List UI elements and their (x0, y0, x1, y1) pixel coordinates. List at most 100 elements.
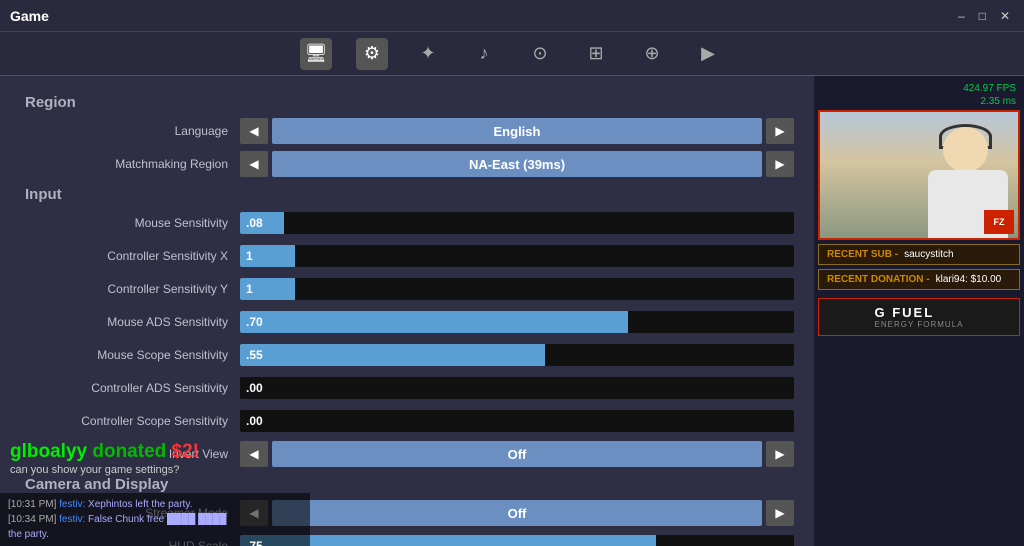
ctrl-ads-control: .00 (240, 377, 794, 399)
ms-value: 2.35 ms (822, 95, 1016, 108)
mouse-ads-label: Mouse ADS Sensitivity (20, 315, 240, 329)
gfuel-box: G FUEL ENERGY FORMULA (818, 298, 1020, 336)
camera-section-title: Camera and Display (20, 476, 794, 493)
ctrl-sensitivity-x-slider[interactable]: 1 (240, 245, 794, 267)
ctrl-ads-slider[interactable]: .00 (240, 377, 794, 399)
input-section-title: Input (20, 186, 794, 203)
chat-time-2: [10:34 PM] (8, 514, 56, 525)
gfuel-sub: ENERGY FORMULA (875, 320, 964, 329)
matchmaking-control: ◀ NA-East (39ms) ▶ (240, 151, 794, 177)
ctrl-scope-label: Controller Scope Sensitivity (20, 414, 240, 428)
mouse-sensitivity-slider[interactable]: .08 (240, 212, 794, 234)
ctrl-sensitivity-x-row: Controller Sensitivity X 1 (20, 242, 794, 270)
chat-log: [10:31 PM] festiv: Xephintos left the pa… (0, 493, 310, 546)
mouse-scope-label: Mouse Scope Sensitivity (20, 348, 240, 362)
nav-person[interactable]: ⊙ (524, 38, 556, 70)
maximize-button[interactable]: □ (975, 9, 990, 23)
nav-grid[interactable]: ⊞ (580, 38, 612, 70)
chat-msg-1: Xephintos left the party. (88, 499, 192, 510)
ctrl-ads-value: .00 (246, 381, 263, 395)
ctrl-sensitivity-y-label: Controller Sensitivity Y (20, 282, 240, 296)
language-row: Language ◀ English ▶ (20, 117, 794, 145)
chat-time-1: [10:31 PM] (8, 499, 56, 510)
mouse-scope-value: .55 (246, 348, 263, 362)
ctrl-scope-control: .00 (240, 410, 794, 432)
language-prev-button[interactable]: ◀ (240, 118, 268, 144)
gfuel-content: G FUEL ENERGY FORMULA (875, 305, 964, 329)
chat-user-1: festiv: (59, 499, 85, 510)
nav-play[interactable]: ▶ (692, 38, 724, 70)
ctrl-scope-slider[interactable]: .00 (240, 410, 794, 432)
invert-view-value: Off (272, 441, 762, 467)
donation-amount: $2! (166, 441, 199, 462)
nav-bar: 🖥 ⚙ ✦ ♪ ⊙ ⊞ ⊕ ▶ (0, 32, 1024, 76)
mouse-sensitivity-control: .08 (240, 212, 794, 234)
chat-entry-2: [10:34 PM] festiv: False Chunk free ████… (8, 512, 302, 527)
ctrl-sensitivity-y-slider[interactable]: 1 (240, 278, 794, 300)
streamer-mode-control: ◀ Off ▶ (240, 500, 794, 526)
matchmaking-label: Matchmaking Region (20, 157, 240, 171)
fps-display: 424.97 FPS 2.35 ms (818, 80, 1020, 110)
streamer-mode-value: Off (272, 500, 762, 526)
language-control: ◀ English ▶ (240, 118, 794, 144)
chat-entry-1: [10:31 PM] festiv: Xephintos left the pa… (8, 497, 302, 512)
ctrl-sensitivity-x-label: Controller Sensitivity X (20, 249, 240, 263)
ctrl-sensitivity-y-value: 1 (246, 282, 253, 296)
close-button[interactable]: ✕ (996, 9, 1014, 23)
mouse-ads-row: Mouse ADS Sensitivity .70 (20, 308, 794, 336)
ctrl-scope-row: Controller Scope Sensitivity .00 (20, 407, 794, 435)
hud-scale-control: .75 (240, 535, 794, 546)
window-title: Game (10, 8, 954, 24)
invert-view-next-button[interactable]: ▶ (766, 441, 794, 467)
invert-view-prev-button[interactable]: ◀ (240, 441, 268, 467)
recent-donation-label: RECENT DONATION - (827, 274, 930, 285)
donated-word: donated (92, 441, 166, 462)
ctrl-sensitivity-y-control: 1 (240, 278, 794, 300)
nav-audio[interactable]: ♪ (468, 38, 500, 70)
ctrl-ads-row: Controller ADS Sensitivity .00 (20, 374, 794, 402)
mouse-scope-slider[interactable]: .55 (240, 344, 794, 366)
mouse-scope-fill (240, 344, 545, 366)
matchmaking-prev-button[interactable]: ◀ (240, 151, 268, 177)
language-value: English (272, 118, 762, 144)
right-panel: 424.97 FPS 2.35 ms FZ RECENT SUB - saucy… (814, 76, 1024, 546)
mouse-ads-fill (240, 311, 628, 333)
hud-scale-slider[interactable]: .75 (240, 535, 794, 546)
mouse-ads-value: .70 (246, 315, 263, 329)
window-controls: – □ ✕ (954, 9, 1014, 23)
main-wrapper: Region Language ◀ English ▶ Matchmaking … (0, 76, 1024, 546)
language-label: Language (20, 124, 240, 138)
ctrl-sensitivity-y-row: Controller Sensitivity Y 1 (20, 275, 794, 303)
faze-logo: FZ (984, 210, 1014, 234)
matchmaking-row: Matchmaking Region ◀ NA-East (39ms) ▶ (20, 150, 794, 178)
recent-donation-box: RECENT DONATION - klari94: $10.00 (818, 269, 1020, 290)
region-section-title: Region (20, 94, 794, 111)
nav-gear[interactable]: ⚙ (356, 38, 388, 70)
minimize-button[interactable]: – (954, 9, 969, 23)
language-next-button[interactable]: ▶ (766, 118, 794, 144)
stream-preview: FZ (818, 110, 1020, 240)
nav-controller[interactable]: ⊕ (636, 38, 668, 70)
recent-sub-label: RECENT SUB - (827, 249, 898, 260)
recent-donation-value: klari94: $10.00 (936, 274, 1002, 285)
nav-monitor[interactable]: 🖥 (300, 38, 332, 70)
recent-sub-box: RECENT SUB - saucystitch (818, 244, 1020, 265)
chat-msg-2: False Chunk free ████ ████ (88, 514, 226, 525)
chat-user-2: festiv: (59, 514, 85, 525)
mouse-sensitivity-row: Mouse Sensitivity .08 (20, 209, 794, 237)
nav-brightness[interactable]: ✦ (412, 38, 444, 70)
mouse-sensitivity-value: .08 (246, 216, 263, 230)
ctrl-sensitivity-x-value: 1 (246, 249, 253, 263)
streamer-mode-next-button[interactable]: ▶ (766, 500, 794, 526)
mouse-ads-slider[interactable]: .70 (240, 311, 794, 333)
donation-username: glboalyy (10, 441, 92, 462)
matchmaking-next-button[interactable]: ▶ (766, 151, 794, 177)
mouse-scope-row: Mouse Scope Sensitivity .55 (20, 341, 794, 369)
donation-main: glboalyy donated $2! (10, 441, 199, 463)
donation-overlay: glboalyy donated $2! can you show your g… (10, 441, 199, 476)
invert-view-control: ◀ Off ▶ (240, 441, 794, 467)
title-bar: Game – □ ✕ (0, 0, 1024, 32)
chat-msg-3: the party. (8, 529, 49, 540)
mouse-ads-control: .70 (240, 311, 794, 333)
ctrl-ads-label: Controller ADS Sensitivity (20, 381, 240, 395)
